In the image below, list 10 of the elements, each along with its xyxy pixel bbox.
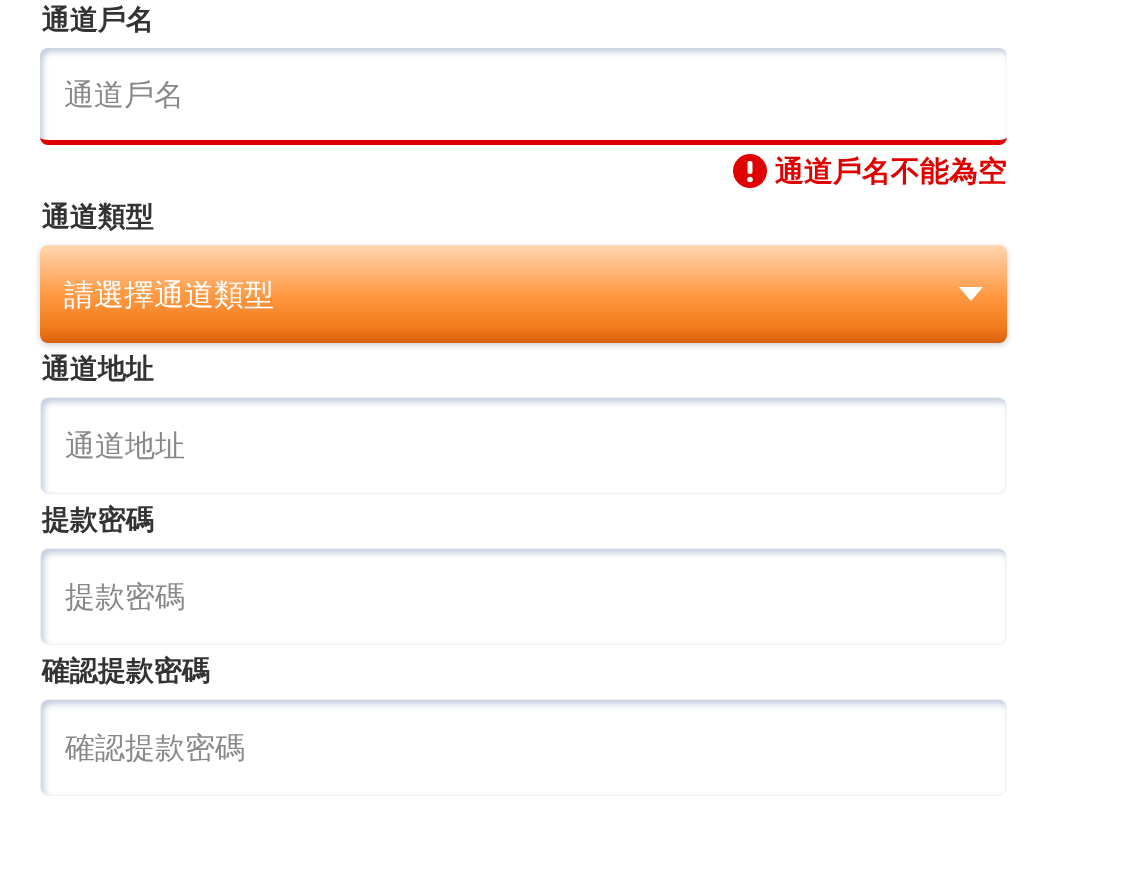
field-label: 提款密碼: [40, 502, 154, 538]
field-label: 確認提款密碼: [40, 653, 210, 689]
field-label: 通道地址: [41, 351, 154, 387]
input-field[interactable]: 通道戶名: [40, 48, 1007, 145]
error-icon: [733, 154, 767, 188]
caret-icon: [959, 287, 983, 301]
field-label: 通道戶名: [41, 2, 154, 38]
error-message: 通道戶名不能為空: [775, 153, 1007, 190]
select-dropdown[interactable]: 請選擇通道類型: [40, 245, 1007, 343]
field-label: 通道類型: [41, 199, 154, 235]
